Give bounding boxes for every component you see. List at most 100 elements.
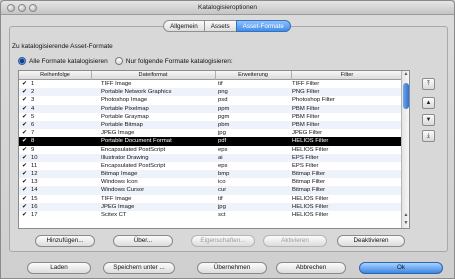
scroll-up-bottom-icon[interactable]: ▲ — [402, 212, 409, 220]
column-header-filter[interactable]: Filter — [291, 72, 403, 80]
table-row[interactable]: ✔ 9 Encapsulated PostScript eps HELIOS Filte… — [19, 146, 403, 154]
row-checkbox[interactable]: ✔ — [22, 88, 29, 96]
ok-button[interactable]: Ok — [359, 262, 443, 274]
table-row[interactable]: ✔ 8 Portable Document Format pdf HELIOS Filt… — [19, 137, 403, 146]
load-button[interactable]: Laden — [27, 262, 91, 274]
table-row[interactable]: ✔ 13 Windows Icon ico Bitmap Filter — [19, 178, 403, 186]
row-checkbox[interactable]: ✔ — [22, 178, 29, 186]
row-checkbox[interactable]: ✔ — [22, 154, 29, 162]
table-scrollbar[interactable]: ▲ ▲ ▼ — [401, 71, 409, 228]
table-row[interactable]: ✔ 4 Portable Pixelmap ppm PBM Filter — [19, 104, 403, 113]
row-filter: EPS Filter — [292, 162, 319, 169]
row-filter: EPS Filter — [292, 154, 319, 161]
row-extension: eps — [218, 146, 228, 153]
move-to-top-button[interactable]: ⤒ — [422, 78, 435, 90]
row-format: Bitmap Image — [101, 171, 138, 178]
row-format: Portable Pixelmap — [101, 105, 149, 112]
row-filter: HELIOS Filter — [292, 146, 329, 153]
row-order: 4 — [31, 105, 35, 112]
column-header-reihenfolge[interactable]: Reihenfolge — [27, 72, 83, 80]
scrollbar-thumb[interactable] — [403, 83, 409, 109]
row-extension: tif — [218, 81, 223, 87]
row-extension: eps — [218, 162, 228, 169]
row-filter: TIFF Filter — [292, 81, 320, 87]
add-button[interactable]: Hinzufügen... — [35, 235, 95, 247]
table-row[interactable]: ✔ 12 Bitmap Image bmp Bitmap Filter — [19, 170, 403, 179]
row-order: 10 — [31, 154, 38, 161]
table-row[interactable]: ✔ 17 Scitex CT sct HELIOS Filter — [19, 211, 403, 219]
tab-asset-formate[interactable]: Asset-Formate — [235, 20, 291, 32]
table-row[interactable]: ✔ 7 JPEG Image jpg JPEG Filter — [19, 129, 403, 137]
row-order: 1 — [31, 81, 35, 87]
asset-formats-table: Reihenfolge Dateiformat Erweiterung Filt… — [18, 70, 410, 229]
table-row[interactable]: ✔ 5 Portable Graymap pgm PBM Filter — [19, 113, 403, 121]
row-format: JPEG Image — [101, 130, 135, 137]
row-extension: ico — [218, 179, 226, 186]
row-extension: png — [218, 89, 228, 96]
row-filter: PBM Filter — [292, 113, 320, 120]
radio-selected-formats[interactable] — [114, 57, 123, 65]
scroll-down-icon[interactable]: ▼ — [402, 220, 409, 228]
radio-selected-formats-label[interactable]: Nur folgende Formate katalogisieren: — [126, 58, 233, 65]
section-title: Zu katalogisierende Asset-Formate — [12, 43, 113, 50]
row-checkbox[interactable]: ✔ — [22, 129, 29, 137]
row-order: 3 — [31, 97, 35, 104]
radio-all-formats[interactable] — [18, 57, 26, 65]
tab-allgemein[interactable]: Allgemein — [163, 20, 205, 32]
row-checkbox[interactable]: ✔ — [22, 96, 29, 104]
row-checkbox[interactable]: ✔ — [22, 203, 29, 211]
row-checkbox[interactable]: ✔ — [22, 105, 29, 113]
row-checkbox[interactable]: ✔ — [22, 121, 29, 129]
scroll-up-icon[interactable]: ▲ — [402, 71, 409, 79]
row-format: Portable Graymap — [101, 113, 149, 120]
row-format: Windows Icon — [101, 179, 138, 186]
row-checkbox[interactable]: ✔ — [22, 211, 29, 219]
tab-bar: Allgemein Assets Asset-Formate — [1, 20, 454, 32]
column-header-erweiterung[interactable]: Erweiterung — [215, 72, 291, 80]
column-header-dateiformat[interactable]: Dateiformat — [101, 72, 205, 80]
row-checkbox[interactable]: ✔ — [22, 162, 29, 170]
row-checkbox[interactable]: ✔ — [22, 113, 29, 121]
row-checkbox[interactable]: ✔ — [22, 195, 29, 203]
move-to-bottom-button[interactable]: ⤓ — [422, 130, 435, 142]
row-checkbox[interactable]: ✔ — [22, 137, 29, 145]
table-header: Reihenfolge Dateiformat Erweiterung Filt… — [19, 71, 403, 80]
table-row[interactable]: ✔ 10 Illustrator Drawing ai EPS Filter — [19, 153, 403, 162]
table-row[interactable]: ✔ 16 JPEG Image jpg HELIOS Filter — [19, 202, 403, 211]
row-filter: Bitmap Filter — [292, 171, 326, 178]
row-extension: jpg — [218, 130, 226, 137]
table-row[interactable]: ✔ 3 Photoshop Image psd Photoshop Filter — [19, 96, 403, 104]
activate-button[interactable]: Aktivieren — [263, 235, 327, 247]
move-up-button[interactable]: ▲ — [422, 97, 435, 109]
apply-button[interactable]: Übernehmen — [197, 262, 267, 274]
table-row[interactable]: ✔ 15 TIFF Image tif HELIOS Filter — [19, 195, 403, 203]
row-checkbox[interactable]: ✔ — [22, 186, 29, 194]
row-extension: ppm — [218, 105, 230, 112]
deactivate-button[interactable]: Deaktivieren — [337, 235, 405, 247]
table-row[interactable]: ✔ 2 Portable Network Graphics png PNG Filter — [19, 88, 403, 97]
table-row[interactable]: ✔ 11 Encapsulated PostScript eps EPS Filter — [19, 162, 403, 170]
row-order: 8 — [31, 138, 35, 145]
row-checkbox[interactable]: ✔ — [22, 146, 29, 154]
row-format: TIFF Image — [101, 81, 132, 87]
row-format: JPEG Image — [101, 203, 135, 210]
radio-all-formats-label[interactable]: Alle Formate katalogisieren — [29, 58, 108, 65]
cancel-button[interactable]: Abbrechen — [276, 262, 346, 274]
table-row[interactable]: ✔ 14 Windows Cursor cur Bitmap Filter — [19, 186, 403, 195]
row-checkbox[interactable]: ✔ — [22, 80, 29, 88]
row-extension: jpg — [218, 203, 226, 210]
save-as-button[interactable]: Speichern unter ... — [103, 262, 175, 274]
table-row[interactable]: ✔ 6 Portable Bitmap pbm PBM Filter — [19, 120, 403, 130]
row-format: Portable Document Format — [101, 138, 172, 145]
catalog-mode-radio-group: Alle Formate katalogisieren Nur folgende… — [18, 56, 233, 66]
properties-button[interactable]: Eigenschaften... — [191, 235, 255, 247]
row-extension: pgm — [218, 113, 230, 120]
about-button[interactable]: Über... — [113, 235, 173, 247]
move-down-button[interactable]: ▼ — [422, 114, 435, 126]
row-format: Windows Cursor — [101, 187, 145, 194]
row-order: 2 — [31, 89, 35, 96]
tab-assets[interactable]: Assets — [203, 20, 237, 32]
row-checkbox[interactable]: ✔ — [22, 170, 29, 178]
window-title: Katalogisieroptionen — [198, 4, 257, 11]
table-row[interactable]: ✔ 1 TIFF Image tif TIFF Filter — [19, 80, 403, 88]
